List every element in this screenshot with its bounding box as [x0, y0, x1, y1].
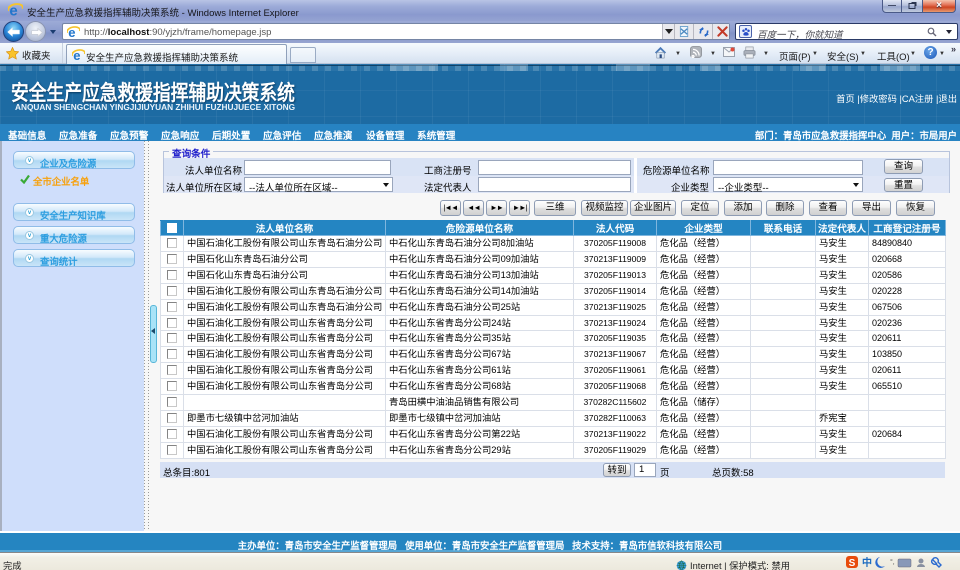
svg-text:°,: °, [890, 558, 895, 566]
svg-text:S: S [849, 558, 856, 569]
svg-text:中: 中 [862, 556, 872, 569]
